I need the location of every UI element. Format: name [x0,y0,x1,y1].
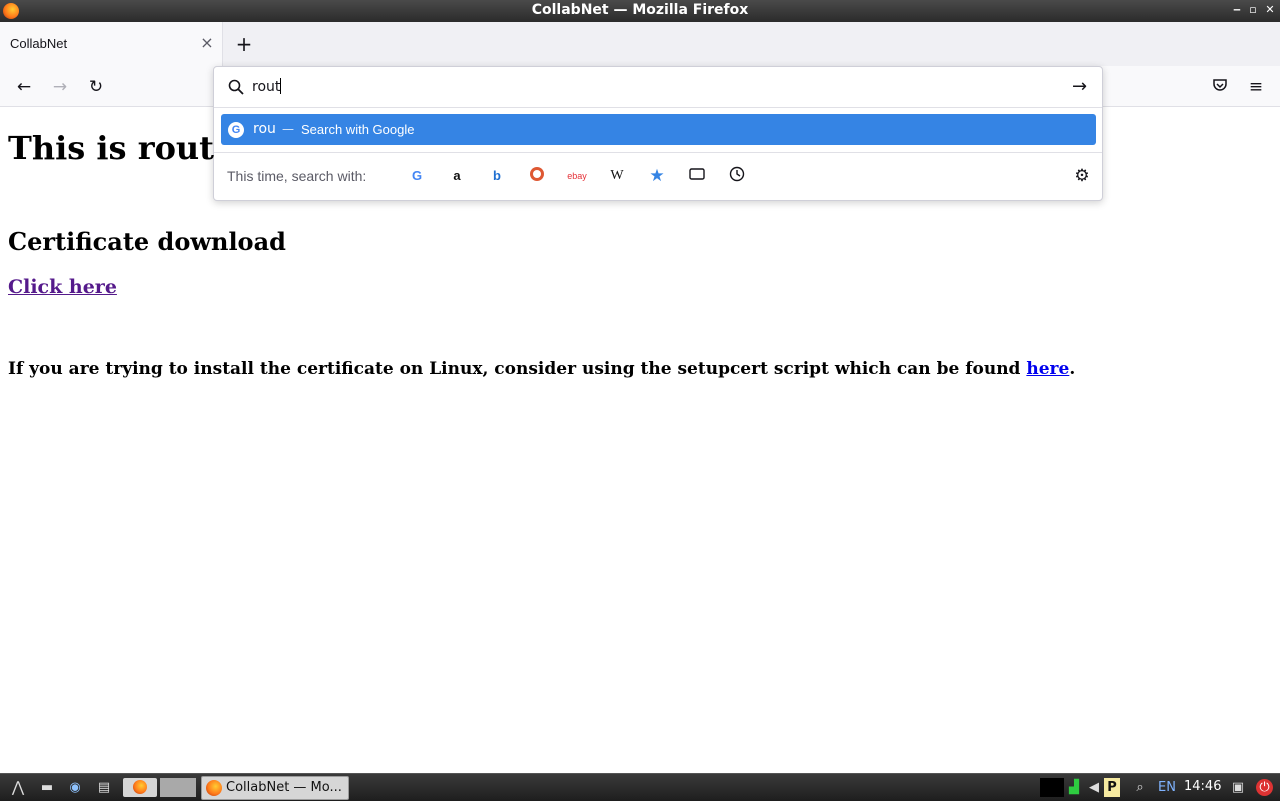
urlbar-input[interactable]: rout [252,78,282,95]
page-title: This is rout [8,129,214,167]
tab-strip: CollabNet × + [0,22,1280,66]
start-menu-icon[interactable]: ⋀ [8,778,28,797]
tab-title: CollabNet [10,36,68,51]
new-tab-icon[interactable]: + [234,34,254,54]
close-tab-icon[interactable]: × [199,35,215,51]
menu-icon[interactable]: ≡ [1246,77,1266,97]
power-icon[interactable]: ⏻ [1256,779,1273,796]
empty-desktop-slot[interactable] [160,778,196,797]
linux-note: If you are trying to install the certifi… [8,359,1075,379]
reload-icon[interactable]: ↻ [86,77,106,97]
tab-collabnet[interactable]: CollabNet × [0,22,223,66]
maximize-icon[interactable]: ▫ [1246,3,1260,17]
urlbar[interactable]: rout → [214,67,1102,107]
close-window-icon[interactable]: ✕ [1263,3,1277,17]
forward-icon[interactable]: → [50,77,70,97]
volume-icon[interactable]: ◀ [1084,778,1104,797]
setupcert-link[interactable]: here [1026,359,1069,379]
taskbar: ⋀ ▬ ◉ ▤ CollabNet — Mo... ▟ ◀ P ⌕ EN 14:… [0,773,1280,801]
taskbar-task-firefox[interactable]: CollabNet — Mo... [201,776,349,800]
task-label: CollabNet — Mo... [226,780,342,795]
search-icon [228,79,244,95]
web-browser-launcher-icon[interactable]: ◉ [65,778,85,797]
file-manager-icon[interactable]: ▤ [94,778,114,797]
linux-note-text: If you are trying to install the certifi… [8,359,1027,379]
linux-note-period: . [1069,359,1076,379]
back-icon[interactable]: ← [14,77,34,97]
keyboard-layout[interactable]: EN [1158,780,1176,795]
show-desktop-icon[interactable]: ▬ [37,778,57,797]
network-graph-icon: ▟ [1069,780,1079,795]
user-icon[interactable]: ▣ [1228,778,1248,797]
pocket-icon[interactable] [1210,77,1230,97]
page-content: This is rout Certificate download Click … [0,107,1280,773]
certificate-download-link[interactable]: Click here [8,276,117,298]
section-heading: Certificate download [8,227,286,256]
minimize-icon[interactable]: ‒ [1230,3,1244,17]
window-titlebar: CollabNet — Mozilla Firefox ‒ ▫ ✕ [0,0,1280,22]
firefox-icon [206,780,222,796]
clock[interactable]: 14:46 [1184,779,1221,794]
clipboard-icon[interactable]: P [1104,778,1120,797]
firefox-launcher-icon[interactable] [123,778,157,797]
window-title: CollabNet — Mozilla Firefox [531,2,749,18]
search-tray-icon[interactable]: ⌕ [1130,778,1150,797]
go-arrow-icon[interactable]: → [1072,77,1092,97]
cpu-graph-icon [1040,778,1064,797]
